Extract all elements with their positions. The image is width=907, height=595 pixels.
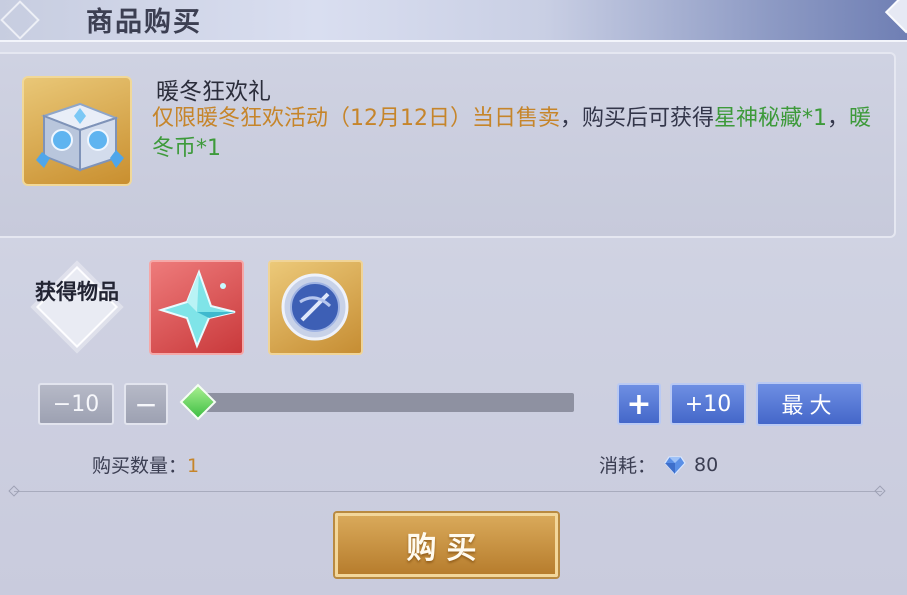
header-deco-icon	[0, 0, 40, 40]
purchase-quantity-value: 1	[187, 455, 200, 477]
item-name: 暖冬狂欢礼	[156, 79, 271, 105]
item-desc-limit: 仅限暖冬狂欢活动（12月12日）当日售卖	[152, 106, 560, 131]
item-desc-separator: ，	[827, 106, 850, 131]
plus-10-button[interactable]: +10	[670, 383, 746, 425]
cost-value: 80	[694, 453, 719, 476]
item-desc-reward-1: 星神秘藏*1	[714, 106, 828, 131]
close-button[interactable]	[884, 0, 907, 34]
chest-icon-graphic	[36, 102, 124, 172]
reward-label-text: 获得物品	[35, 279, 119, 304]
divider-right-ornament	[874, 485, 886, 497]
minus-10-button[interactable]: −10	[38, 383, 114, 425]
item-description: 仅限暖冬狂欢活动（12月12日）当日售卖，购买后可获得星神秘藏*1，暖冬币*1	[152, 104, 872, 164]
divider	[14, 491, 882, 492]
page-title: 商品购买	[86, 7, 202, 38]
purchase-quantity-label: 购买数量：	[92, 455, 188, 477]
quantity-slider-handle[interactable]	[179, 383, 217, 421]
divider-left-ornament	[8, 485, 20, 497]
reward-item-winter-coin[interactable]	[268, 260, 363, 355]
purchase-quantity: 购买数量：1	[92, 451, 199, 478]
star-crystal-icon	[157, 269, 236, 349]
winter-coin-icon	[281, 273, 349, 341]
reward-label: 获得物品	[34, 264, 120, 350]
cost-display: 消耗： 80	[599, 451, 718, 478]
minus-button[interactable]: −	[124, 383, 168, 425]
plus-button[interactable]: +	[617, 383, 661, 425]
diamond-gem-icon	[664, 455, 686, 475]
chest-icon	[22, 76, 132, 186]
max-button[interactable]: 最大	[756, 382, 863, 426]
buy-button[interactable]: 购买	[335, 513, 558, 577]
quantity-slider[interactable]	[189, 393, 574, 412]
cost-label: 消耗：	[599, 455, 657, 477]
header-bar: 商品购买	[0, 0, 907, 42]
reward-item-star-crystal[interactable]	[149, 260, 244, 355]
item-desc-connector: ，购买后可获得	[560, 106, 715, 131]
